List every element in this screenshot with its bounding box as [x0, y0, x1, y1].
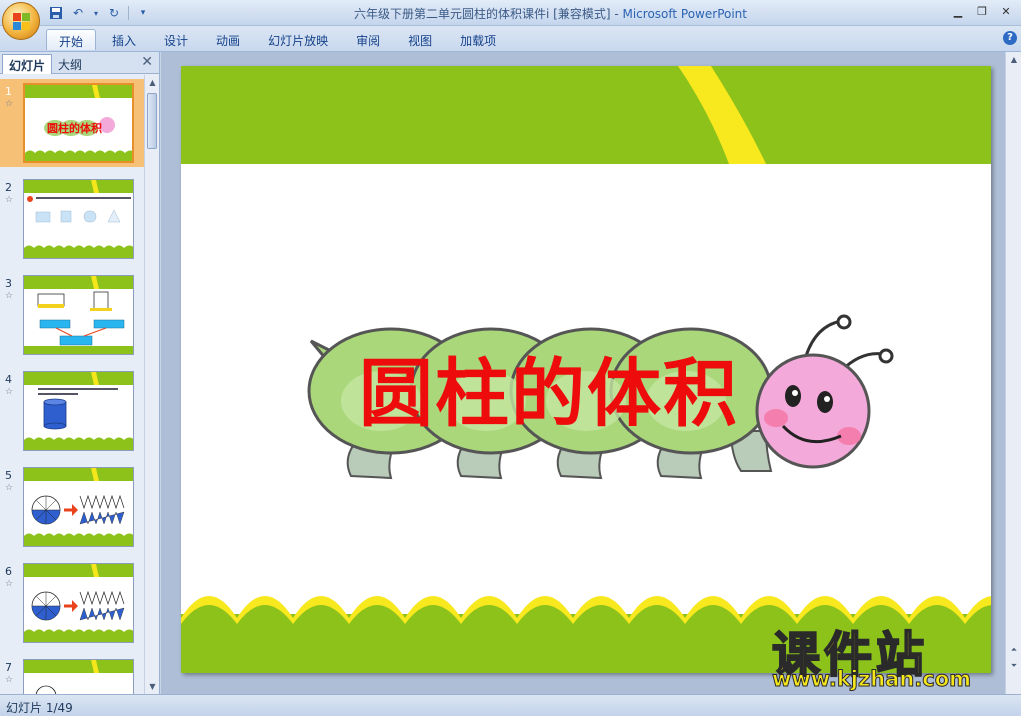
slide-canvas[interactable]: 圆柱的体积	[181, 66, 991, 673]
tab-review[interactable]: 审阅	[344, 29, 392, 50]
thumb-number: 1	[5, 85, 12, 98]
close-icon[interactable]: ✕	[995, 2, 1017, 20]
thumbnail-list: 1 ☆ 圆柱的体积 2 ☆ 3 ☆ 4 ☆ 5 ☆ 6 ☆ 7 ☆	[0, 75, 144, 694]
customize-toolbar-icon[interactable]: ▾	[135, 5, 151, 21]
minimize-icon[interactable]: ▁	[947, 2, 969, 20]
slide-thumbnail-1[interactable]: 1 ☆ 圆柱的体积	[0, 79, 144, 167]
thumb-title: 圆柱的体积	[47, 121, 102, 135]
tab-design[interactable]: 设计	[152, 29, 200, 50]
tab-slides[interactable]: 幻灯片	[2, 54, 53, 74]
tab-view[interactable]: 视图	[396, 29, 444, 50]
window-controls: ▁ ❐ ✕	[947, 2, 1017, 20]
slide-thumbnail-4[interactable]: 4 ☆	[0, 367, 144, 455]
help-icon[interactable]: ?	[1003, 31, 1017, 45]
scroll-up-icon[interactable]: ▲	[1006, 52, 1021, 67]
animation-star-icon: ☆	[5, 99, 14, 109]
thumb-number: 5	[5, 469, 12, 482]
office-logo-icon	[13, 13, 31, 31]
app-name: Microsoft PowerPoint	[622, 7, 747, 21]
tab-home[interactable]: 开始	[46, 29, 97, 50]
slide-scrollbar[interactable]: ▲ ⏶ ⏷	[1005, 52, 1021, 694]
redo-icon[interactable]: ↻	[106, 5, 122, 21]
restore-icon[interactable]: ❐	[971, 2, 993, 20]
animation-star-icon: ☆	[5, 483, 14, 493]
panel-tabs: 幻灯片 大纲 ✕	[0, 52, 159, 74]
animation-star-icon: ☆	[5, 387, 14, 397]
animation-star-icon: ☆	[5, 195, 14, 205]
save-icon[interactable]	[48, 5, 64, 21]
slide-thumbnail-7[interactable]: 7 ☆	[0, 655, 144, 694]
slide-counter: 幻灯片 1/49	[6, 701, 73, 715]
thumbnail-scrollbar[interactable]: ▲ ▼	[144, 75, 159, 694]
thumb-number: 6	[5, 565, 12, 578]
slide-edit-area: 圆柱的体积	[161, 52, 1005, 694]
thumb-number: 2	[5, 181, 12, 194]
panel-close-icon[interactable]: ✕	[141, 54, 153, 70]
animation-star-icon: ☆	[5, 675, 14, 685]
ribbon-tabs: 开始 插入 设计 动画 幻灯片放映 审阅 视图 加载项	[46, 29, 512, 50]
thumb-number: 4	[5, 373, 12, 386]
animation-star-icon: ☆	[5, 579, 14, 589]
document-title: 六年级下册第二单元圆柱的体积课件i [兼容模式]	[354, 7, 611, 21]
scroll-thumb[interactable]	[147, 93, 157, 149]
status-bar: 幻灯片 1/49	[0, 694, 1021, 716]
slide-thumbnail-3[interactable]: 3 ☆	[0, 271, 144, 359]
watermark: 课件站 www.kjzhan.com	[768, 615, 1008, 693]
thumb-number: 3	[5, 277, 12, 290]
thumb-number: 7	[5, 661, 12, 674]
tab-outline[interactable]: 大纲	[52, 54, 88, 74]
tab-addins[interactable]: 加载项	[448, 29, 508, 50]
title-bar: ↶ ▾ ↻ ▾ 六年级下册第二单元圆柱的体积课件i [兼容模式] - Micro…	[0, 0, 1021, 26]
tab-animations[interactable]: 动画	[204, 29, 252, 50]
scroll-down-icon[interactable]: ▼	[145, 679, 160, 694]
slide-title[interactable]: 圆柱的体积	[359, 334, 739, 441]
tab-insert[interactable]: 插入	[100, 29, 148, 50]
window-title: 六年级下册第二单元圆柱的体积课件i [兼容模式] - Microsoft Pow…	[354, 7, 747, 21]
animation-star-icon: ☆	[5, 291, 14, 301]
slide-thumbnail-5[interactable]: 5 ☆	[0, 463, 144, 551]
undo-icon[interactable]: ↶	[70, 5, 86, 21]
slide-thumbnail-6[interactable]: 6 ☆	[0, 559, 144, 647]
quick-access-toolbar: ↶ ▾ ↻ ▾	[48, 4, 151, 22]
tab-slideshow[interactable]: 幻灯片放映	[256, 29, 340, 50]
slide-thumbnail-2[interactable]: 2 ☆	[0, 175, 144, 263]
office-button[interactable]	[2, 2, 40, 40]
next-slide-icon[interactable]: ⏷	[1006, 658, 1021, 673]
previous-slide-icon[interactable]: ⏶	[1006, 642, 1021, 657]
slides-panel: 幻灯片 大纲 ✕ 1 ☆ 圆柱的体积 2 ☆ 3 ☆ 4 ☆ 5 ☆ 6 ☆ 7…	[0, 52, 160, 694]
undo-dropdown-icon[interactable]: ▾	[92, 5, 100, 21]
scroll-up-icon[interactable]: ▲	[145, 75, 160, 90]
ribbon-tabs-bar: 开始 插入 设计 动画 幻灯片放映 审阅 视图 加载项 ?	[0, 26, 1021, 52]
watermark-url: www.kjzhan.com	[771, 667, 972, 692]
